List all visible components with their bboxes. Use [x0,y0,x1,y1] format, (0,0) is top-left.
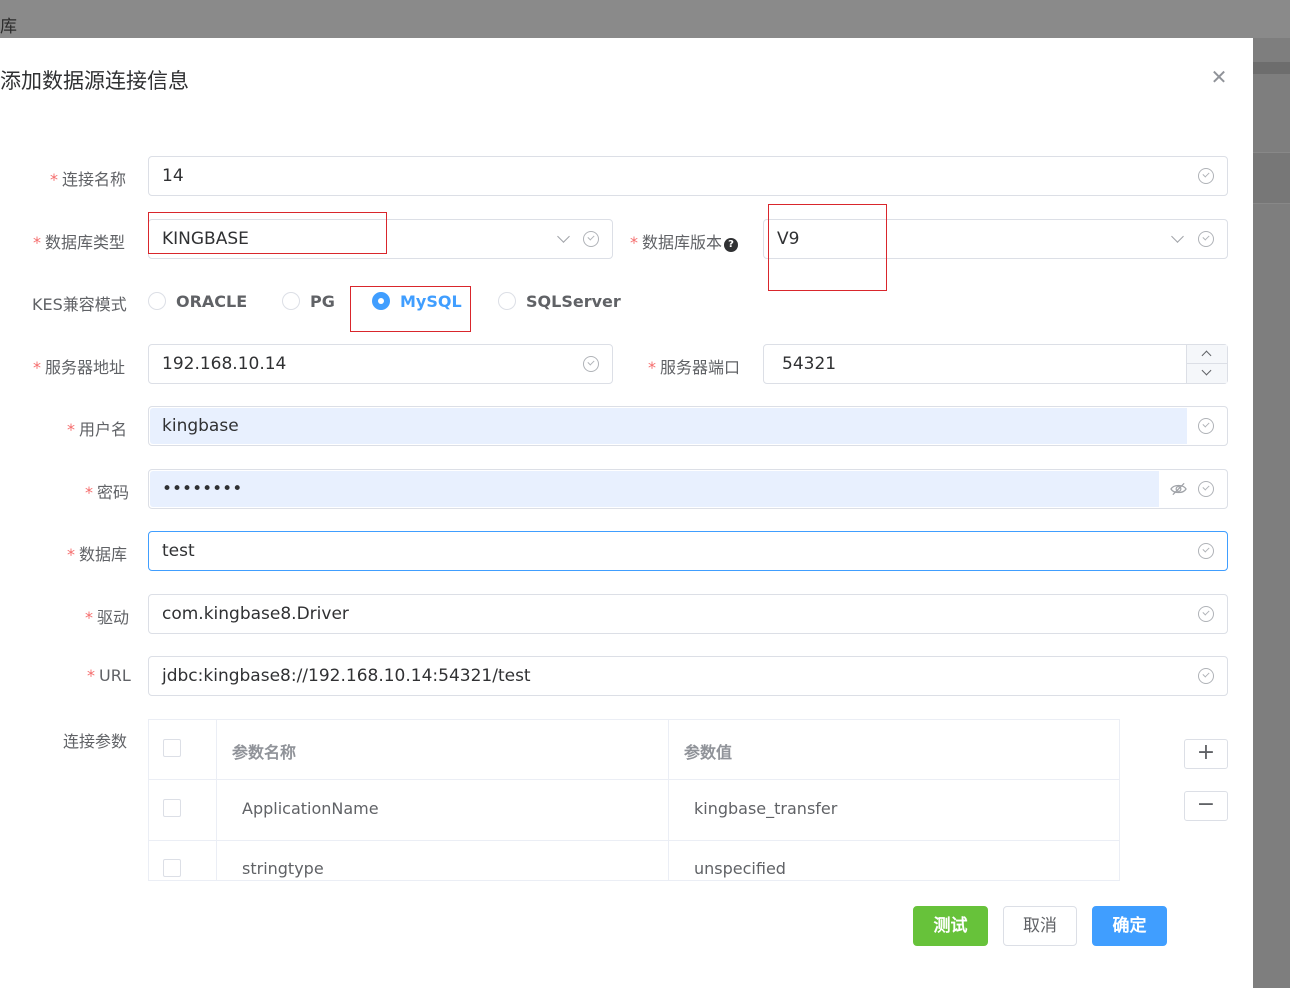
port-stepper [1186,345,1227,383]
connection-name-label: * 连接名称 [50,170,127,189]
database-input[interactable]: test [148,531,1228,571]
params-label: 连接参数 [63,732,128,751]
radio-pg[interactable]: PG [282,290,335,312]
url-value: jdbc:kingbase8://192.168.10.14:54321/tes… [162,666,531,686]
background-row [1253,152,1290,204]
chevron-down-icon [1171,230,1184,243]
chevron-down-icon [1201,365,1212,376]
param-value: kingbase_transfer [694,799,838,818]
dialog-title: 添加数据源连接信息 [0,69,189,93]
port-decrease-button[interactable] [1187,364,1227,383]
password-label: * 密码 [85,483,130,502]
radio-circle [282,292,300,310]
highlight-box-db-version [768,204,887,291]
param-name: ApplicationName [242,799,379,818]
row-checkbox[interactable] [163,799,181,817]
port-increase-button[interactable] [1187,345,1227,364]
eye-hidden-icon[interactable] [1170,481,1187,497]
username-input[interactable]: kingbase [148,406,1228,446]
add-datasource-dialog: 添加数据源连接信息 ✕ * 连接名称 14 * 数据库类型 KINGBASE * 数据… [0,38,1253,988]
remove-param-button[interactable]: − [1184,791,1228,821]
connection-name-input[interactable]: 14 [148,156,1228,196]
highlight-box-db-type [148,212,387,254]
test-button[interactable]: 测试 [913,906,988,946]
validate-success-icon [1198,543,1214,559]
column-header-value: 参数值 [684,743,733,762]
server-address-value: 192.168.10.14 [162,354,287,374]
driver-input[interactable]: com.kingbase8.Driver [148,594,1228,634]
server-port-input[interactable]: 54321 [763,344,1228,384]
close-icon[interactable]: ✕ [1208,66,1230,88]
autofill-background [150,408,1187,444]
background-header [0,0,1290,38]
chevron-down-icon [557,230,570,243]
kes-mode-label: KES兼容模式 [32,295,127,314]
driver-label: * 驱动 [85,608,130,627]
column-header-name: 参数名称 [232,743,297,762]
help-icon[interactable]: ? [724,238,739,252]
validate-success-icon [583,356,599,372]
server-port-label: * 服务器端口 [648,358,741,377]
select-all-checkbox[interactable] [163,739,181,757]
db-type-label: * 数据库类型 [33,233,126,252]
database-label: * 数据库 [67,545,128,564]
radio-circle [498,292,516,310]
add-param-button[interactable]: + [1184,739,1228,769]
server-address-input[interactable]: 192.168.10.14 [148,344,613,384]
cancel-button[interactable]: 取消 [1003,906,1077,946]
validate-success-icon [1198,418,1214,434]
url-input[interactable]: jdbc:kingbase8://192.168.10.14:54321/tes… [148,656,1228,696]
background-title: 库 [0,17,17,37]
username-value: kingbase [162,416,239,436]
password-value: •••••••• [162,479,243,499]
chevron-up-icon [1201,350,1212,361]
validate-success-icon [1198,231,1214,247]
highlight-box-mysql [350,286,471,332]
param-value: unspecified [694,859,786,878]
param-name: stringtype [242,859,324,878]
validate-success-icon [1198,606,1214,622]
background-content [1253,38,1290,988]
table-header: 参数名称 参数值 [149,719,1119,780]
server-address-label: * 服务器地址 [33,358,126,377]
radio-circle [148,292,166,310]
table-row: ApplicationName kingbase_transfer [149,780,1119,841]
table-row: stringtype unspecified [149,841,1119,880]
background-bar [1253,62,1290,74]
validate-success-icon [1198,481,1214,497]
db-version-label: * 数据库版本? [630,229,739,253]
password-input[interactable]: •••••••• [148,469,1228,509]
connection-name-value: 14 [162,166,184,186]
driver-value: com.kingbase8.Driver [162,604,349,624]
validate-success-icon [1198,668,1214,684]
database-value: test [162,541,195,561]
autofill-background [150,471,1159,507]
row-checkbox[interactable] [163,859,181,877]
username-label: * 用户名 [67,420,128,439]
server-port-value: 54321 [782,354,837,374]
radio-sqlserver[interactable]: SQLServer [498,290,621,312]
header-name-cell: 参数名称 [217,720,669,779]
params-table: 参数名称 参数值 ApplicationName kingbase_transf… [148,719,1120,881]
header-select-cell [149,720,217,779]
confirm-button[interactable]: 确定 [1092,906,1167,946]
url-label: * URL [87,666,131,685]
validate-success-icon [1198,168,1214,184]
radio-oracle[interactable]: ORACLE [148,290,247,312]
header-value-cell: 参数值 [669,720,1119,779]
validate-success-icon [583,231,599,247]
